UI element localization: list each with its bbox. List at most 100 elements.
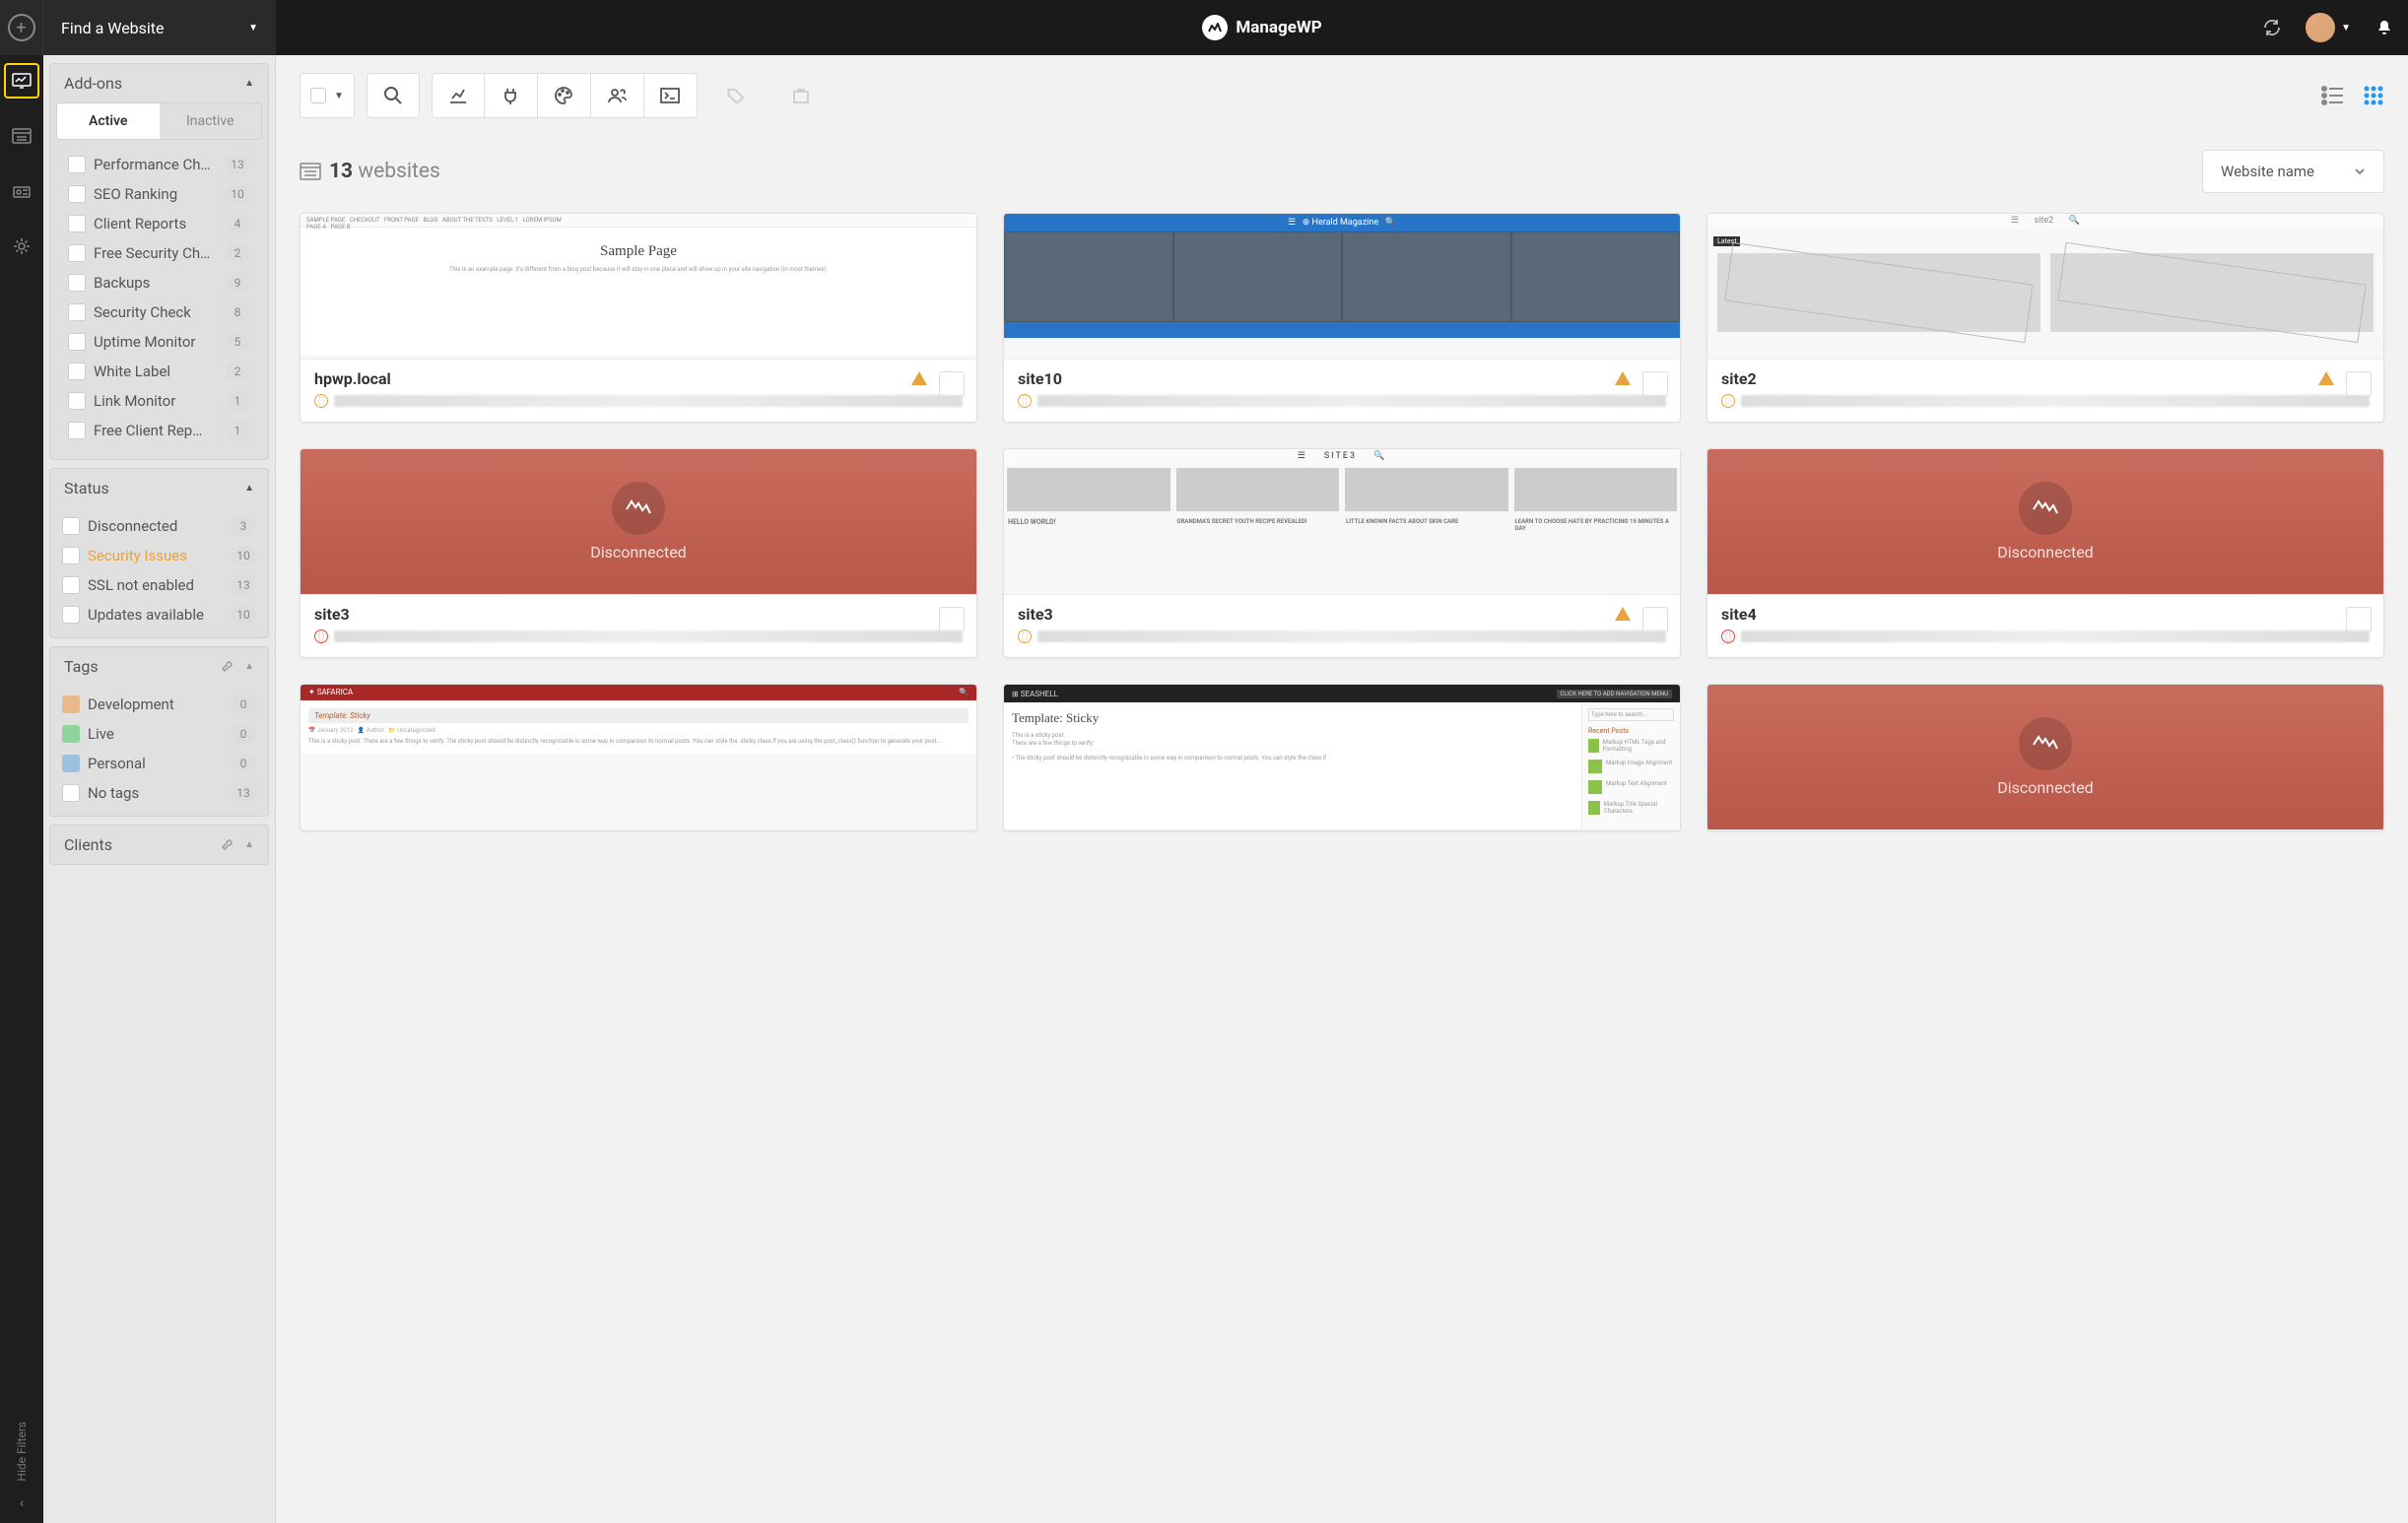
checkbox[interactable]: [68, 274, 86, 292]
filter-row[interactable]: Security Check8: [62, 298, 256, 327]
disconnected-icon: [2019, 482, 2072, 535]
select-all-dropdown[interactable]: ▼: [300, 73, 355, 118]
add-website-button[interactable]: +: [0, 0, 43, 55]
sort-dropdown[interactable]: Website name: [2202, 150, 2384, 193]
collapse-rail-button[interactable]: ‹: [20, 1495, 24, 1511]
filter-row[interactable]: Free Client Rep…1: [62, 416, 256, 445]
logo-icon: [1202, 15, 1228, 40]
rail-websites[interactable]: [4, 118, 39, 154]
filter-row[interactable]: SSL not enabled13: [56, 570, 262, 600]
checkbox[interactable]: [62, 517, 80, 535]
filter-row[interactable]: Updates available10: [56, 600, 262, 629]
status-title: Status: [64, 479, 109, 497]
checkbox[interactable]: [68, 303, 86, 321]
checkbox[interactable]: [68, 363, 86, 380]
filter-label: Disconnected: [88, 517, 223, 535]
rail-settings[interactable]: [4, 229, 39, 264]
website-card[interactable]: ✦ SAFARICA🔍Template: Sticky📅 January 201…: [300, 684, 977, 831]
filter-row[interactable]: Backups9: [62, 268, 256, 298]
site-name: hpwp.local: [314, 369, 963, 388]
filter-count: 10: [231, 605, 256, 625]
filter-row[interactable]: Uptime Monitor5: [62, 327, 256, 357]
addons-header[interactable]: Add-ons ▲: [50, 64, 268, 102]
avatar: [2306, 13, 2335, 42]
website-card[interactable]: SAMPLE PAGE CHECKOUT FRONT PAGE BLOG ABO…: [300, 213, 977, 423]
filter-count: 13: [231, 783, 256, 803]
themes-button[interactable]: [538, 73, 591, 118]
website-card[interactable]: Disconnected: [1706, 684, 2384, 831]
grid-view-button[interactable]: [2363, 85, 2384, 106]
addons-title: Add-ons: [64, 74, 122, 93]
checkbox[interactable]: [68, 244, 86, 262]
filter-row[interactable]: Security Issues10: [56, 541, 262, 570]
rail-overview[interactable]: [4, 63, 39, 99]
notifications-button[interactable]: [2361, 0, 2408, 55]
filter-row[interactable]: Client Reports4: [62, 209, 256, 238]
select-checkbox[interactable]: [2346, 371, 2372, 397]
select-checkbox[interactable]: [1642, 371, 1668, 397]
select-checkbox[interactable]: [2346, 607, 2372, 632]
filter-row[interactable]: SEO Ranking10: [62, 179, 256, 209]
console-button[interactable]: [644, 73, 698, 118]
wrench-icon: [221, 660, 234, 674]
user-menu[interactable]: ▼: [2296, 13, 2361, 42]
filter-row[interactable]: No tags 13: [56, 778, 262, 808]
website-card[interactable]: ☰ ⊕ Herald Magazine 🔍site10: [1003, 213, 1681, 423]
globe-icon: [1721, 629, 1735, 643]
website-card[interactable]: ☰ site2 🔍Latestsite2: [1706, 213, 2384, 423]
filter-row[interactable]: Personal0: [56, 749, 262, 778]
filter-label: Performance Ch…: [94, 156, 217, 173]
toolbar: ▼: [300, 73, 2384, 118]
filter-row[interactable]: Live0: [56, 719, 262, 749]
checkbox[interactable]: [68, 215, 86, 232]
plugins-button[interactable]: [485, 73, 538, 118]
filter-row[interactable]: Free Security Ch…2: [62, 238, 256, 268]
status-header[interactable]: Status ▲: [50, 469, 268, 507]
checkbox[interactable]: [68, 422, 86, 439]
filter-row[interactable]: Development0: [56, 690, 262, 719]
filter-row[interactable]: White Label2: [62, 357, 256, 386]
tag-button[interactable]: [709, 73, 763, 118]
tags-header[interactable]: Tags ▲: [50, 647, 268, 686]
website-card[interactable]: Disconnectedsite4: [1706, 448, 2384, 658]
filters-panel: Add-ons ▲ Active Inactive Performance Ch…: [43, 55, 276, 1523]
filter-label: Client Reports: [94, 215, 217, 232]
filter-row[interactable]: Performance Ch…13: [62, 150, 256, 179]
clients-title: Clients: [64, 835, 112, 854]
website-card[interactable]: Disconnectedsite3: [300, 448, 977, 658]
select-checkbox[interactable]: [939, 371, 965, 397]
list-view-button[interactable]: [2321, 86, 2345, 105]
refresh-button[interactable]: [2248, 0, 2296, 55]
filter-label: Backups: [94, 274, 217, 292]
topbar: + Find a Website ▼ ManageWP ▼: [0, 0, 2408, 55]
checkbox[interactable]: [68, 185, 86, 203]
main-content: ▼: [276, 55, 2408, 1523]
checkbox[interactable]: [68, 333, 86, 351]
hide-filters-toggle[interactable]: Hide Filters: [15, 1422, 29, 1482]
clients-header[interactable]: Clients ▲: [50, 826, 268, 864]
filter-row[interactable]: Disconnected3: [56, 511, 262, 541]
checkbox[interactable]: [62, 606, 80, 624]
search-button[interactable]: [367, 73, 420, 118]
users-button[interactable]: [591, 73, 644, 118]
disconnected-icon: [2019, 717, 2072, 770]
checkbox[interactable]: [68, 392, 86, 410]
analytics-button[interactable]: [432, 73, 485, 118]
tab-inactive[interactable]: Inactive: [160, 103, 262, 139]
client-button[interactable]: [774, 73, 828, 118]
checkbox[interactable]: [62, 547, 80, 564]
checkbox[interactable]: [68, 156, 86, 173]
filter-label: Link Monitor: [94, 392, 217, 410]
tab-active[interactable]: Active: [57, 103, 160, 139]
select-checkbox[interactable]: [1642, 607, 1668, 632]
website-card[interactable]: ⊞ SEASHELLCLICK HERE TO ADD NAVIGATION M…: [1003, 684, 1681, 831]
filter-label: No tags: [88, 784, 223, 802]
filter-row[interactable]: Link Monitor1: [62, 386, 256, 416]
count-label: websites: [358, 160, 440, 183]
checkbox[interactable]: [62, 576, 80, 594]
website-card[interactable]: ☰ SITE3 🔍HELLO WORLD!GRANDMA'S SECRET YO…: [1003, 448, 1681, 658]
find-website-dropdown[interactable]: Find a Website ▼: [43, 0, 276, 55]
warning-icon: [1615, 607, 1631, 621]
select-checkbox[interactable]: [939, 607, 965, 632]
rail-clients[interactable]: [4, 173, 39, 209]
